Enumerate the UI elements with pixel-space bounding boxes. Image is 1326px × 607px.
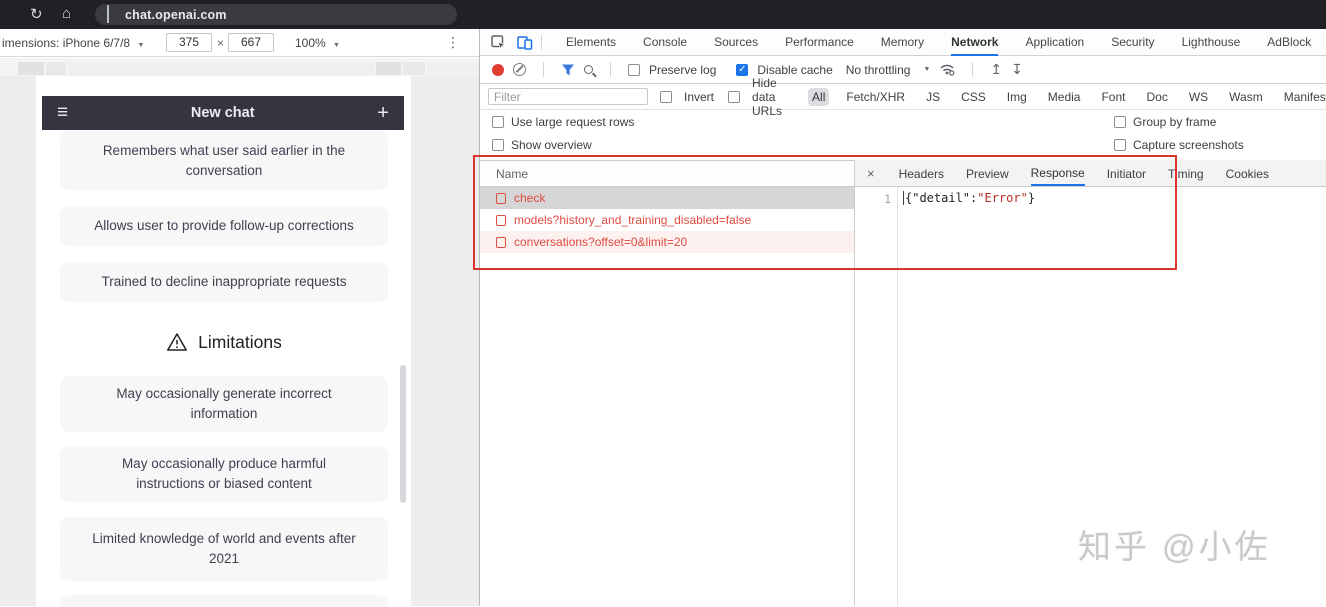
device-toggle-icon[interactable] (517, 35, 533, 50)
hide-data-urls-checkbox[interactable] (728, 90, 741, 103)
network-conditions-icon[interactable] (939, 63, 955, 76)
tab-network[interactable]: Network (951, 29, 999, 56)
chevron-down-icon: ▼ (333, 42, 340, 49)
filter-pill-ws[interactable]: WS (1185, 88, 1212, 106)
device-width-input[interactable]: 375 (166, 33, 212, 52)
device-toolbar: imensions: iPhone 6/7/8 ▼ 375 × 667 100%… (0, 29, 479, 57)
use-large-rows-checkbox[interactable] (492, 115, 504, 128)
chevron-down-icon: ▼ (923, 66, 931, 73)
filter-pill-font[interactable]: Font (1097, 88, 1129, 106)
search-icon[interactable] (584, 65, 597, 78)
hamburger-menu-icon[interactable]: ≡ (57, 102, 68, 124)
network-options-row-1: Use large request rows Group by frame (480, 110, 1326, 133)
show-overview-checkbox[interactable] (492, 138, 504, 151)
tab-console[interactable]: Console (643, 29, 687, 56)
annotation-highlight-box (473, 155, 1177, 270)
invert-label: Invert (684, 89, 715, 104)
export-har-icon[interactable]: ↧ (1011, 61, 1023, 78)
import-har-icon[interactable]: ↥ (990, 61, 1002, 78)
filter-pill-wasm[interactable]: Wasm (1225, 88, 1267, 106)
tab-elements[interactable]: Elements (566, 29, 616, 56)
filter-pill-manifest[interactable]: Manifest (1280, 88, 1326, 106)
device-zoom-select[interactable]: 100% ▼ (295, 36, 340, 50)
tab-lighthouse[interactable]: Lighthouse (1182, 29, 1241, 56)
filter-pill-js[interactable]: JS (922, 88, 944, 106)
use-large-rows-label: Use large request rows (511, 114, 635, 129)
browser-top-bar: ↻ ⌂ chat.openai.com (0, 0, 1326, 29)
filter-funnel-icon[interactable] (561, 64, 575, 76)
chat-app-header: ≡ New chat + (42, 96, 404, 130)
reload-icon[interactable]: ↻ (30, 7, 43, 22)
tab-performance[interactable]: Performance (785, 29, 854, 56)
group-by-frame-checkbox[interactable] (1114, 115, 1126, 128)
filter-pill-img[interactable]: Img (1003, 88, 1031, 106)
capture-screenshots-checkbox[interactable] (1114, 138, 1126, 151)
device-height-input[interactable]: 667 (228, 33, 274, 52)
dimensions-times-label: × (217, 36, 225, 50)
tab-sources[interactable]: Sources (714, 29, 758, 56)
devtools-tab-bar: Elements Console Sources Performance Mem… (480, 29, 1326, 56)
device-dimensions-select[interactable]: imensions: iPhone 6/7/8 ▼ (2, 36, 144, 50)
tab-memory[interactable]: Memory (881, 29, 924, 56)
network-options-row-2: Show overview Capture screenshots (480, 133, 1326, 156)
group-by-frame-label: Group by frame (1133, 114, 1217, 129)
capability-card: Trained to decline inappropriate request… (60, 262, 388, 302)
capture-screenshots-label: Capture screenshots (1133, 137, 1244, 152)
media-query-ruler (0, 58, 479, 76)
filter-pill-doc[interactable]: Doc (1142, 88, 1171, 106)
tab-security[interactable]: Security (1111, 29, 1154, 56)
limitation-card: May occasionally generate incorrect info… (60, 376, 388, 432)
filter-pill-media[interactable]: Media (1044, 88, 1085, 106)
page-title: New chat (190, 105, 255, 121)
limitations-heading: Limitations (60, 326, 388, 358)
limitation-card: Limited knowledge of world and events af… (60, 517, 388, 581)
network-toolbar: Preserve log ✓ Disable cache No throttli… (480, 56, 1326, 84)
show-overview-label: Show overview (511, 137, 592, 152)
filter-input[interactable] (488, 88, 648, 105)
limitation-card-cutoff (60, 595, 388, 607)
preserve-log-label: Preserve log (649, 62, 717, 77)
home-icon[interactable]: ⌂ (62, 6, 71, 21)
capability-card: Remembers what user said earlier in the … (60, 131, 388, 190)
new-chat-icon[interactable]: + (377, 102, 389, 125)
address-bar[interactable]: chat.openai.com (95, 4, 457, 25)
limitation-card: May occasionally produce harmful instruc… (60, 446, 388, 502)
preserve-log-checkbox[interactable] (628, 63, 640, 76)
filter-pill-css[interactable]: CSS (957, 88, 990, 106)
invert-checkbox[interactable] (660, 90, 672, 103)
chevron-down-icon: ▼ (137, 41, 145, 49)
network-filter-row: Invert Hide data URLs All Fetch/XHR JS C… (480, 76, 1326, 118)
clear-icon[interactable] (513, 63, 526, 76)
scrollbar-thumb[interactable] (400, 365, 406, 503)
detail-tab-cookies[interactable]: Cookies (1226, 161, 1269, 185)
disable-cache-label: Disable cache (757, 62, 833, 77)
lock-icon (107, 4, 117, 24)
filter-pill-all[interactable]: All (808, 87, 830, 106)
filter-pill-fetchxhr[interactable]: Fetch/XHR (842, 88, 909, 106)
disable-cache-checkbox[interactable]: ✓ (736, 63, 749, 76)
url-text: chat.openai.com (125, 7, 227, 22)
tab-adblock[interactable]: AdBlock (1267, 29, 1311, 56)
watermark: 知乎 @小佐 (1078, 528, 1271, 565)
record-icon[interactable] (492, 63, 504, 76)
capability-card: Allows user to provide follow-up correct… (60, 206, 388, 246)
throttling-select[interactable]: No throttling (846, 63, 911, 77)
tab-application[interactable]: Application (1025, 29, 1084, 56)
warning-icon (166, 332, 188, 352)
inspect-element-icon[interactable] (491, 34, 506, 50)
device-toolbar-menu-icon[interactable]: ⋮ (446, 34, 460, 51)
